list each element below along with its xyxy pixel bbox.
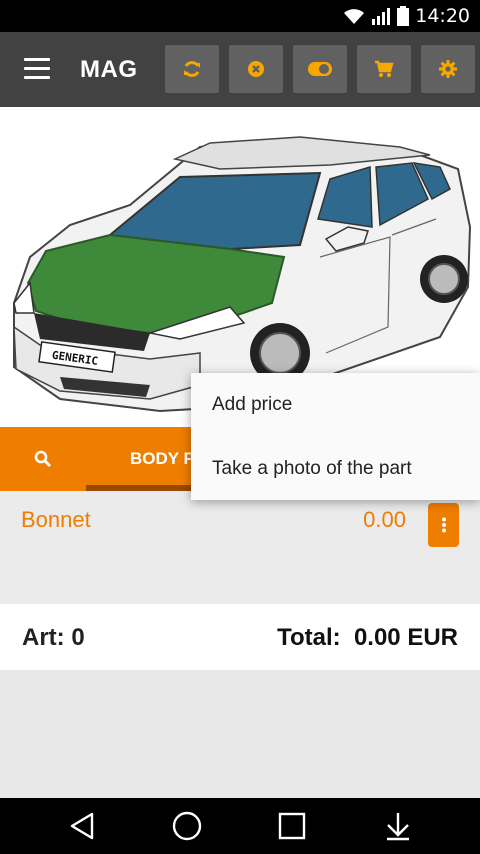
menu-item-add-price[interactable]: Add price [191,373,480,437]
clear-icon [248,61,264,77]
toggle-icon [308,62,332,76]
status-time: 14:20 [415,5,470,27]
menu-item-take-photo[interactable]: Take a photo of the part [191,437,480,501]
hamburger-menu-icon[interactable] [24,58,50,80]
status-bar: 14:20 [0,0,480,32]
download-arrow-icon [387,813,409,841]
home-icon [172,811,202,841]
hide-keyboard-button[interactable] [378,808,418,844]
part-context-menu: Add price Take a photo of the part [191,373,480,500]
part-price: 0.00 [363,507,406,532]
cart-button[interactable] [357,45,411,93]
tab-search[interactable] [0,427,86,491]
part-list: Bonnet 0.00 [0,491,480,604]
empty-content-area [0,670,480,798]
clear-button[interactable] [229,45,283,93]
refresh-icon [184,61,200,77]
summary-bar: Art: 0 Total: 0.00 EUR [0,604,480,670]
status-icons: 14:20 [343,5,470,27]
settings-button[interactable] [421,45,475,93]
signal-icon [372,8,391,25]
more-vert-icon [441,517,446,533]
back-icon [70,812,94,840]
app-bar: MAG [0,32,480,107]
battery-icon [397,6,410,26]
app-title: MAG [80,56,138,83]
part-name[interactable]: Bonnet [21,507,91,533]
recents-button[interactable] [272,808,312,844]
back-button[interactable] [62,808,102,844]
refresh-button[interactable] [165,45,219,93]
wifi-icon [344,9,365,24]
total-amount: Total: 0.00 EUR [277,624,458,651]
search-icon [34,450,52,468]
settings-icon [439,60,457,78]
cart-icon [375,60,394,77]
recents-icon [278,812,306,840]
toggle-button[interactable] [293,45,347,93]
system-nav-bar [0,798,480,854]
home-button[interactable] [167,808,207,844]
article-count: Art: 0 [22,624,85,651]
part-more-button[interactable] [428,503,459,547]
